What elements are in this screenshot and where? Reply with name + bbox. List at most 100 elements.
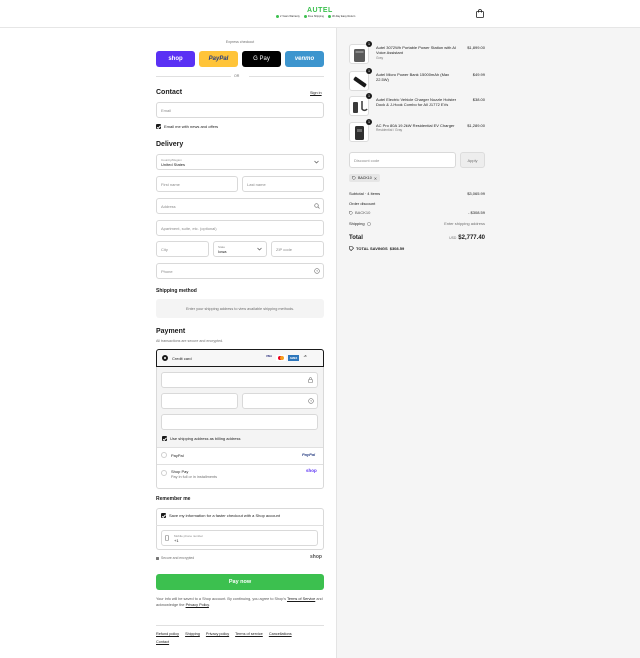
lock-icon <box>156 556 159 560</box>
product-name: AC Pro 80A 19.2kW Residential EV Charger… <box>376 123 460 134</box>
visa-icon: VISA <box>265 355 273 358</box>
apartment-field[interactable]: Apartment, suite, etc. (optional) <box>156 220 324 236</box>
news-checkbox[interactable] <box>156 124 161 129</box>
product-thumbnail <box>349 96 369 116</box>
shop-pay-button[interactable]: shop <box>156 51 195 67</box>
paypal-option[interactable]: PayPal <box>161 452 184 458</box>
remember-me-title: Remember me <box>156 496 191 502</box>
total-row: Total USD $2,777.40 <box>349 235 485 241</box>
card-brands: VISA AMEX +5 <box>264 355 309 361</box>
secure-note: Secure and encrypted <box>156 556 194 560</box>
product-price: $38.00 <box>472 97 485 102</box>
contact-title: Contact <box>156 89 183 96</box>
pay-now-button[interactable]: Pay now <box>156 574 324 590</box>
tag-icon <box>349 210 353 215</box>
credit-card-radio[interactable] <box>162 355 168 361</box>
mobile-phone-field[interactable]: Mobile phone number +1 <box>161 530 318 546</box>
check-icon <box>276 15 279 18</box>
paypal-button[interactable]: PayPal <box>199 51 238 67</box>
news-checkbox-row[interactable]: Email me with news and offers <box>156 124 218 129</box>
zip-field[interactable]: ZIP code <box>271 241 324 257</box>
lock-icon <box>308 377 313 383</box>
apply-button[interactable]: Apply <box>460 152 485 168</box>
venmo-button[interactable]: venmo <box>285 51 324 67</box>
save-info-checkbox[interactable] <box>161 513 166 518</box>
name-on-card-field[interactable] <box>161 414 318 430</box>
check-icon <box>303 15 307 18</box>
product-thumbnail <box>349 44 369 64</box>
amex-icon: AMEX <box>288 355 299 361</box>
mastercard-icon <box>276 355 286 361</box>
help-icon[interactable]: ? <box>314 268 320 274</box>
delivery-title: Delivery <box>156 141 184 148</box>
terms-of-service-link[interactable]: Terms of service <box>235 632 263 636</box>
phone-field[interactable]: Phone <box>156 263 324 279</box>
sign-in-link[interactable]: Sign in <box>310 91 322 95</box>
payment-subtitle: All transactions are secure and encrypte… <box>156 339 224 343</box>
cart-item: 1 AC Pro 80A 19.2kW Residential EV Charg… <box>349 119 485 144</box>
chevron-down-icon <box>257 247 262 251</box>
country-select[interactable]: Country/Region United States <box>156 154 324 170</box>
address-field[interactable]: Address <box>156 198 324 214</box>
footer-divider <box>156 625 324 626</box>
cancellations-link[interactable]: Cancellations <box>269 632 292 636</box>
expiration-field[interactable] <box>161 393 238 409</box>
city-field[interactable]: City <box>156 241 209 257</box>
card-number-field[interactable] <box>161 372 318 388</box>
first-name-field[interactable]: First name <box>156 176 238 192</box>
discount-code-field[interactable]: Discount code <box>349 152 456 168</box>
badge-return: 30-Day Easy Return <box>327 15 355 18</box>
total-savings: TOTAL SAVINGS $308.59 <box>349 246 404 251</box>
shop-logo: shop <box>310 554 322 560</box>
phone-icon <box>165 535 169 541</box>
check-icon <box>327 15 331 18</box>
paypal-radio[interactable] <box>161 452 167 458</box>
power-station-image <box>354 49 365 62</box>
help-icon[interactable] <box>366 221 371 226</box>
remove-discount-icon[interactable]: ✕ <box>374 176 377 181</box>
autel-logo[interactable]: AUTEL <box>307 7 333 14</box>
divider <box>156 525 324 526</box>
email-field[interactable]: Email <box>156 102 324 118</box>
product-name: Autel Electric Vehicle Charger Nozzle Ho… <box>376 97 457 108</box>
shipping-methods-placeholder: Enter your shipping address to view avai… <box>156 299 324 318</box>
cart-item: 1 Autel Electric Vehicle Charger Nozzle … <box>349 93 485 118</box>
shop-pay-option[interactable]: Shop Pay Pay in full or in installments <box>161 469 217 479</box>
product-name: Autel Micro Power Bank 15000mAh (Max 22.… <box>376 72 450 83</box>
trust-badges: 2 Years Warranty Free Shipping 30-Day Ea… <box>276 15 355 18</box>
privacy-link[interactable]: Privacy Policy <box>186 603 209 607</box>
paypal-logo: PayPal <box>302 452 316 457</box>
product-price: $49.99 <box>472 72 485 77</box>
divider <box>249 76 324 77</box>
subtotal-row: Subtotal · 4 items $3,065.99 <box>349 191 485 196</box>
shopping-bag-icon[interactable] <box>476 9 484 18</box>
contact-link[interactable]: Contact <box>156 640 169 644</box>
product-price: $1,899.00 <box>467 45 485 50</box>
charger-holster-image <box>353 101 368 113</box>
save-info-row[interactable]: Save my information for a faster checkou… <box>161 513 280 518</box>
shipping-method-title: Shipping method <box>156 288 197 294</box>
cart-item: 1 Autel 3072Wh Portable Power Station wi… <box>349 41 485 66</box>
product-thumbnail <box>349 122 369 142</box>
tag-icon <box>349 246 354 251</box>
cart-item: 1 Autel Micro Power Bank 15000mAh (Max 2… <box>349 68 485 93</box>
help-icon[interactable]: ? <box>308 398 314 404</box>
terms-link[interactable]: Terms of Service <box>287 597 315 601</box>
last-name-field[interactable]: Last name <box>242 176 324 192</box>
google-pay-button[interactable]: G Pay <box>242 51 281 67</box>
discount-tag: BACK10 ✕ <box>349 174 381 182</box>
privacy-policy-link[interactable]: Privacy policy <box>206 632 229 636</box>
divider <box>157 464 323 465</box>
shop-pay-radio[interactable] <box>161 470 167 476</box>
badge-shipping: Free Shipping <box>303 15 324 18</box>
billing-checkbox[interactable] <box>162 436 167 441</box>
legal-text: Your info will be saved to a Shop accoun… <box>156 597 323 607</box>
security-code-field[interactable] <box>242 393 318 409</box>
badge-warranty: 2 Years Warranty <box>276 15 300 18</box>
billing-checkbox-row[interactable]: Use shipping address as billing address <box>162 436 240 441</box>
or-separator: OR <box>234 74 240 78</box>
shipping-link[interactable]: Shipping <box>185 632 200 636</box>
divider <box>156 76 231 77</box>
refund-policy-link[interactable]: Refund policy <box>156 632 179 636</box>
payment-title: Payment <box>156 328 186 335</box>
